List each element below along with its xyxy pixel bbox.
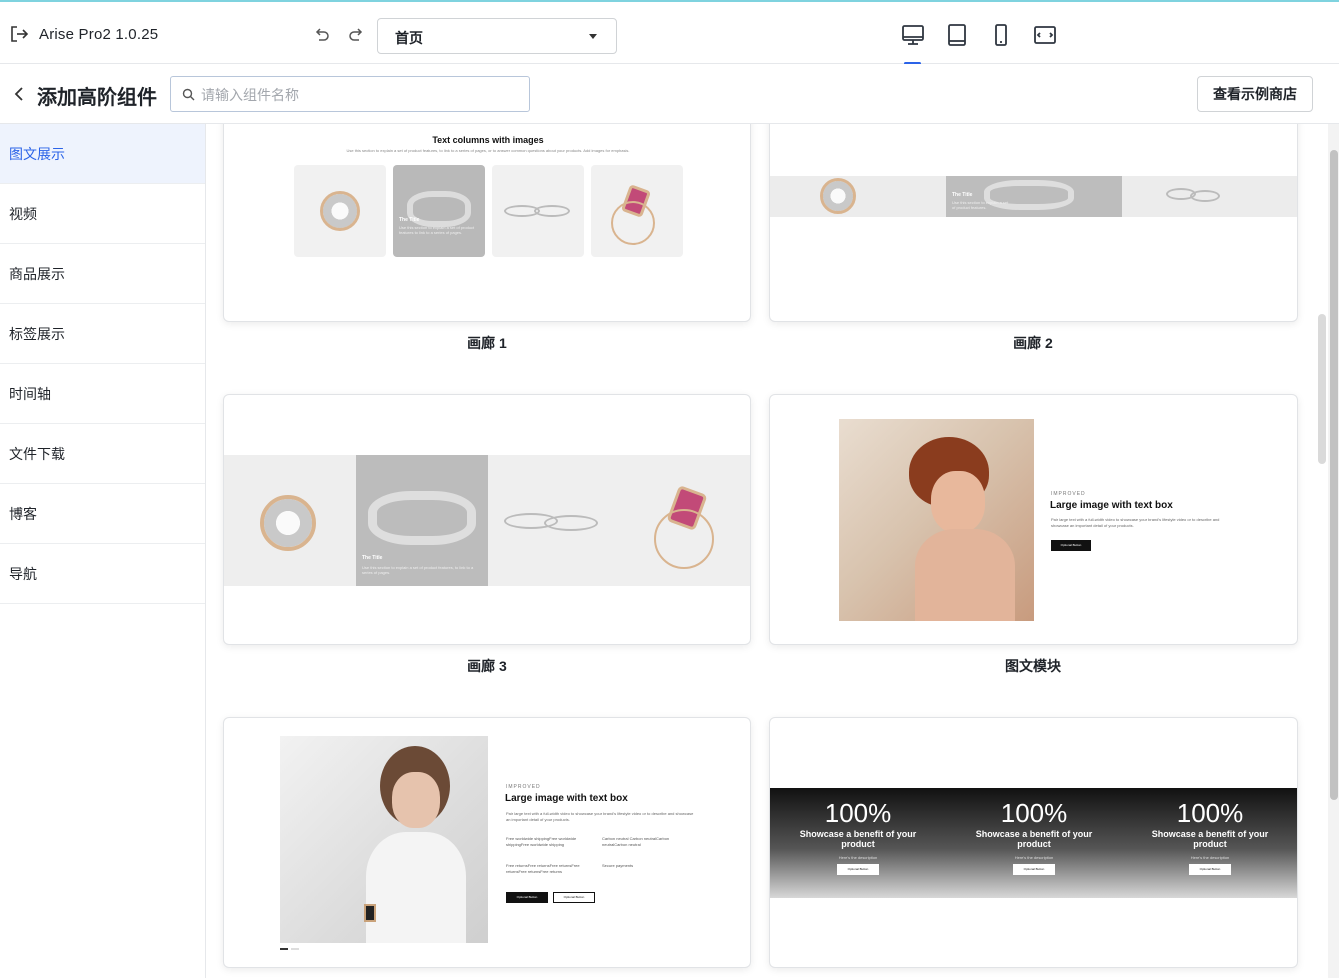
gallery-image-overlay: The Title Use this section to explain a … — [356, 455, 488, 586]
feature-item: Free worldwide shippingFree worldwide sh… — [506, 836, 577, 847]
stat-column: 100% Showcase a benefit of your product … — [1122, 798, 1297, 875]
optional-button: Optional Button — [1051, 540, 1091, 551]
card-caption: 画廊 1 — [467, 335, 507, 351]
component-card-gallery-1[interactable]: Text columns with images Use this sectio… — [223, 124, 751, 322]
overlay-title: The Title — [952, 192, 973, 198]
portrait-image — [839, 419, 1034, 621]
stat-value: 100% — [1000, 798, 1068, 828]
stat-column: 100% Showcase a benefit of your product … — [770, 798, 946, 875]
gallery-image — [620, 455, 750, 586]
page-select[interactable]: 首页 — [377, 18, 617, 54]
search-icon — [182, 88, 195, 101]
gallery-image — [294, 165, 386, 257]
overlay-title: The Title — [362, 555, 383, 561]
search-box[interactable] — [170, 76, 530, 112]
optional-button-primary: Optional Button — [506, 892, 548, 903]
exit-icon[interactable] — [9, 24, 29, 44]
scrollbar-thumb[interactable] — [1330, 150, 1338, 800]
gallery-image — [492, 165, 584, 257]
component-card-gallery-3[interactable]: The Title Use this section to explain a … — [223, 394, 751, 645]
preview-text: Pair large text with a full-width video … — [506, 811, 694, 822]
back-arrow-icon[interactable] — [12, 85, 26, 103]
preview-heading: Large image with text box — [505, 793, 628, 804]
preview-text: Pair large text with a full-width video … — [1051, 517, 1220, 528]
sidebar-item-navigation[interactable]: 导航 — [0, 544, 205, 604]
card-caption: 画廊 3 — [467, 658, 507, 674]
component-card-stats[interactable]: 100% Showcase a benefit of your product … — [769, 717, 1298, 968]
component-card-image-text[interactable]: IMPROVED Large image with text box Pair … — [769, 394, 1298, 645]
stat-label: Showcase a benefit of your product — [1151, 829, 1269, 849]
sidebar-item-file-download[interactable]: 文件下载 — [0, 424, 205, 484]
gallery-image — [820, 178, 856, 214]
stat-button: Optional Button — [1013, 864, 1055, 875]
preview-heading: Large image with text box — [1050, 500, 1173, 511]
fullscreen-icon[interactable] — [1032, 22, 1058, 48]
panel-header: 添加高阶组件 查看示例商店 — [0, 64, 1339, 124]
component-card-gallery-2[interactable]: The Title Use this section to explain a … — [769, 124, 1298, 322]
model-image — [280, 736, 488, 943]
eyebrow-text: IMPROVED — [506, 784, 541, 790]
undo-icon[interactable] — [313, 26, 331, 44]
gallery-image — [488, 455, 620, 586]
card-caption: 图文模块 — [1005, 658, 1061, 674]
chevron-down-icon — [589, 34, 597, 39]
inner-scrollbar-thumb[interactable] — [1318, 314, 1326, 464]
desktop-view-icon[interactable] — [900, 22, 926, 48]
stat-desc: Here's the description — [1014, 855, 1054, 860]
stat-label: Showcase a benefit of your product — [975, 829, 1093, 849]
stats-banner: 100% Showcase a benefit of your product … — [770, 788, 1297, 898]
overlay-text: Use this section to explain a set of pro… — [362, 565, 474, 575]
optional-button-secondary: Optional Button — [553, 892, 595, 903]
stat-desc: Here's the description — [838, 855, 878, 860]
page-title: 添加高阶组件 — [37, 87, 157, 109]
stat-label: Showcase a benefit of your product — [799, 829, 917, 849]
gallery-strip: The Title Use this section to explain a … — [770, 176, 1297, 217]
feature-item: Free returnsFree returnsFree returnsFree… — [506, 863, 580, 874]
eyebrow-text: IMPROVED — [1051, 491, 1086, 497]
feature-item: Carbon neutral Carbon neutralCarbon neut… — [602, 836, 670, 847]
feature-item: Secure payments — [602, 863, 634, 868]
top-toolbar: Arise Pro2 1.0.25 首页 — [0, 0, 1339, 65]
slider-dot[interactable] — [291, 948, 299, 950]
stat-value: 100% — [824, 798, 892, 828]
page-select-value: 首页 — [395, 30, 423, 46]
stat-column: 100% Showcase a benefit of your product … — [946, 798, 1122, 875]
mobile-view-icon[interactable] — [988, 22, 1014, 48]
component-card-large-image-features[interactable]: IMPROVED Large image with text box Pair … — [223, 717, 751, 968]
search-input[interactable] — [201, 83, 521, 107]
category-sidebar: 图文展示 视频 商品展示 标签展示 时间轴 文件下载 博客 导航 — [0, 124, 206, 978]
sidebar-item-products[interactable]: 商品展示 — [0, 244, 205, 304]
sidebar-item-video[interactable]: 视频 — [0, 184, 205, 244]
app-title: Arise Pro2 1.0.25 — [39, 26, 159, 43]
gallery-image — [224, 455, 356, 586]
gallery-image — [591, 165, 683, 257]
card-caption: 画廊 2 — [1013, 335, 1053, 351]
component-grid: Text columns with images Use this sectio… — [206, 124, 1314, 978]
redo-icon[interactable] — [347, 26, 365, 44]
sidebar-item-image-text[interactable]: 图文展示 — [0, 124, 205, 184]
overlay-text: Use this section to explain a set of pro… — [952, 200, 1009, 210]
gallery-image-overlay: The Title Use this section to explain a … — [946, 176, 1122, 217]
stat-value: 100% — [1176, 798, 1244, 828]
sidebar-item-timeline[interactable]: 时间轴 — [0, 364, 205, 424]
sidebar-item-blog[interactable]: 博客 — [0, 484, 205, 544]
preview-subtext: Use this section to explain a set of pro… — [346, 148, 630, 153]
stat-desc: Here's the description — [1190, 855, 1230, 860]
preview-heading: Text columns with images — [432, 135, 544, 145]
slider-dot-active[interactable] — [280, 948, 288, 950]
overlay-title: The Title — [399, 217, 420, 223]
view-demo-store-button[interactable]: 查看示例商店 — [1197, 76, 1313, 112]
sidebar-item-tabs[interactable]: 标签展示 — [0, 304, 205, 364]
overlay-text: Use this section to explain a set of pro… — [399, 225, 475, 235]
gallery-image-overlay: The Title Use this section to explain a … — [393, 165, 485, 257]
stat-button: Optional Button — [837, 864, 879, 875]
stat-button: Optional Button — [1189, 864, 1231, 875]
tablet-view-icon[interactable] — [944, 22, 970, 48]
